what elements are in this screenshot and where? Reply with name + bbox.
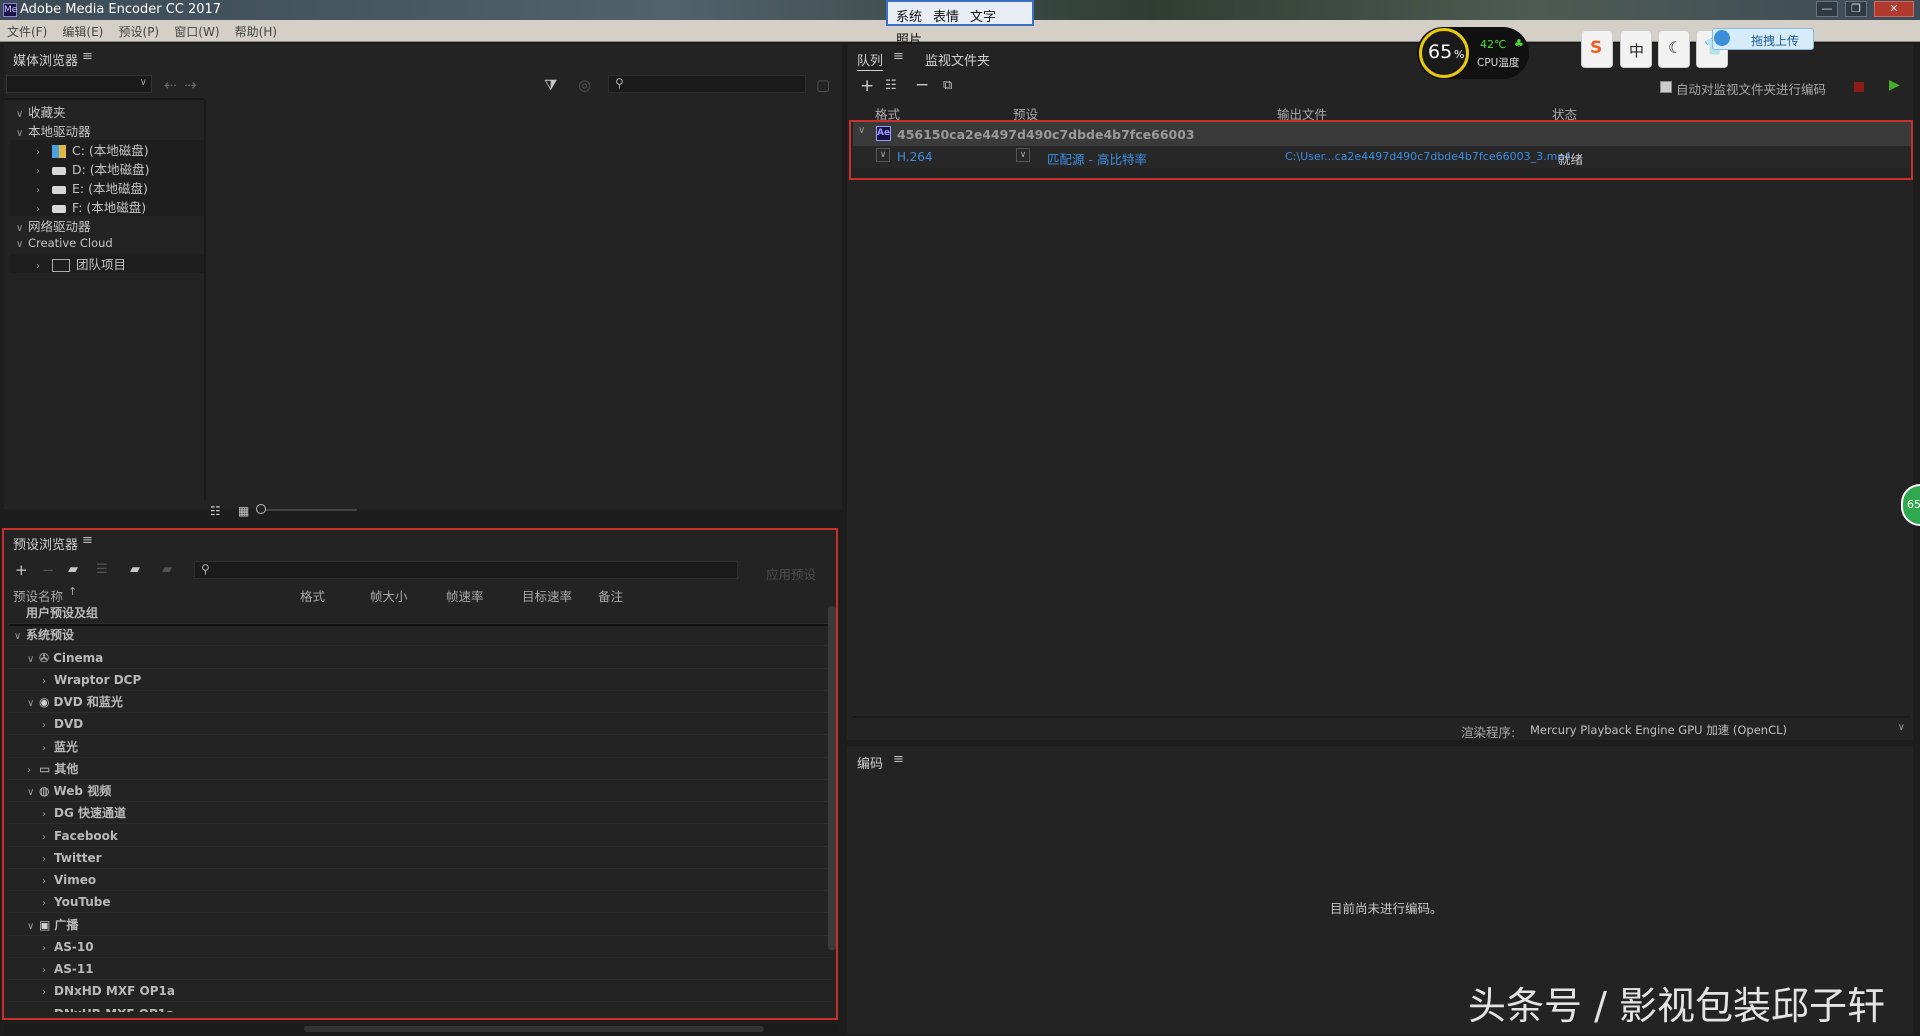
zoom-slider-thumb[interactable]: [256, 504, 266, 514]
filter-icon[interactable]: ⧩: [544, 77, 557, 93]
panel-menu-icon[interactable]: ≡: [893, 752, 904, 767]
panel-menu-icon[interactable]: ≡: [82, 49, 93, 64]
forward-arrow-icon[interactable]: ⇢: [184, 77, 197, 93]
encoding-status-message: 目前尚未进行编码。: [1330, 901, 1443, 916]
preset-h-scrollbar[interactable]: [4, 1024, 838, 1034]
new-bin-icon[interactable]: ▢: [816, 77, 830, 93]
add-source-icon[interactable]: +: [860, 78, 874, 95]
drag-upload-label: 拖拽上传: [1751, 34, 1800, 48]
menu-file[interactable]: 文件(F): [0, 20, 51, 40]
remove-item-icon[interactable]: −: [915, 77, 929, 94]
menu-window[interactable]: 窗口(W): [167, 20, 223, 40]
leaf-icon: ♣: [1514, 37, 1524, 50]
team-project-icon: [52, 259, 70, 272]
panel-menu-icon[interactable]: ≡: [893, 49, 904, 64]
queue-settings-icon[interactable]: ☷: [885, 78, 897, 94]
expand-arrow-icon[interactable]: ∨: [16, 109, 28, 120]
location-dropdown[interactable]: ∨: [6, 75, 152, 93]
auto-encode-label: 自动对监视文件夹进行编码: [1676, 82, 1827, 97]
menu-edit[interactable]: 编辑(E): [55, 20, 107, 40]
sogou-icon[interactable]: S: [1581, 30, 1613, 68]
media-tree-item[interactable]: › 团队项目: [10, 254, 204, 273]
expand-arrow-icon[interactable]: ∨: [16, 223, 28, 234]
media-browser-panel: 媒体浏览器 ≡ ∨ ⇠ ⇢ ⧩ ◎ ⚲ ▢ ∨ 收藏夹 ∨ 本地驱动器 › C: (本地磁…: [4, 44, 842, 518]
media-tree-label: F: (本地磁盘): [72, 200, 147, 215]
maximize-button[interactable]: ❐: [1845, 1, 1867, 17]
media-tree-item[interactable]: ∨ 网络驱动器: [10, 216, 204, 235]
icon-view-icon[interactable]: ▦: [238, 503, 249, 519]
media-tree-item[interactable]: › C: (本地磁盘): [10, 140, 204, 159]
close-button[interactable]: ✕: [1874, 1, 1914, 17]
collapsed-arrow-icon[interactable]: ›: [36, 261, 48, 272]
collapsed-arrow-icon[interactable]: ›: [36, 185, 48, 196]
drag-upload-button[interactable]: 拖拽上传: [1712, 28, 1814, 50]
cpu-temp: 42℃: [1480, 38, 1507, 51]
media-tree-item[interactable]: ∨ 本地驱动器: [10, 121, 204, 140]
renderer-value: Mercury Playback Engine GPU 加速 (OpenCL): [1530, 723, 1788, 737]
media-tree: ∨ 收藏夹 ∨ 本地驱动器 › C: (本地磁盘) › D: (本地磁盘) › E: (本地磁盘)…: [10, 100, 204, 280]
tab-watch-folders[interactable]: 监视文件夹: [925, 50, 990, 69]
view-icon[interactable]: ◎: [578, 77, 591, 93]
expand-arrow-icon[interactable]: ∨: [16, 239, 28, 250]
collapsed-arrow-icon[interactable]: ›: [36, 204, 48, 215]
media-tree-label: E: (本地磁盘): [72, 181, 148, 196]
preset-panel-highlight: [2, 528, 838, 1020]
media-tree-item[interactable]: › E: (本地磁盘): [10, 178, 204, 197]
cpu-percent-unit: %: [1454, 48, 1465, 61]
start-queue-button[interactable]: ▶: [1889, 77, 1900, 93]
media-tree-item[interactable]: ∨ Creative Cloud: [10, 235, 204, 254]
auto-encode-checkbox[interactable]: [1660, 81, 1672, 93]
collapsed-arrow-icon[interactable]: ›: [36, 166, 48, 177]
tab-queue[interactable]: 队列: [857, 50, 883, 69]
media-browser-title: 媒体浏览器: [13, 54, 79, 69]
drive-icon: [52, 185, 66, 194]
ime-system[interactable]: 系统: [888, 2, 925, 25]
renderer-bar: 渲染程序: Mercury Playback Engine GPU 加速 (Op…: [847, 718, 1913, 740]
cpu-percent: 65: [1428, 41, 1453, 63]
drive-icon: [52, 166, 66, 175]
list-view-icon[interactable]: ☷: [210, 503, 221, 519]
renderer-dropdown[interactable]: Mercury Playback Engine GPU 加速 (OpenCL) …: [1525, 720, 1910, 738]
watermark-text: 头条号 / 影视包装邱子轩: [1468, 984, 1885, 1028]
media-tree-label: 网络驱动器: [28, 219, 91, 234]
cpu-label: CPU温度: [1477, 57, 1520, 69]
media-tree-item[interactable]: › D: (本地磁盘): [10, 159, 204, 178]
ime-emoji[interactable]: 表情: [925, 2, 962, 25]
media-tree-label: 团队项目: [76, 257, 127, 272]
media-tree-label: C: (本地磁盘): [72, 143, 149, 158]
ime-toolbar: 系统 表情 文字照片: [886, 0, 1034, 48]
cpu-widget[interactable]: 65 % 42℃ ♣ CPU温度: [1417, 27, 1529, 79]
queue-item-highlight: [849, 120, 1913, 180]
window-title: Adobe Media Encoder CC 2017: [20, 2, 222, 17]
minimize-button[interactable]: —: [1816, 1, 1838, 17]
back-arrow-icon[interactable]: ⇠: [164, 77, 177, 93]
chinese-mode-button[interactable]: 中: [1620, 30, 1652, 68]
menu-help[interactable]: 帮助(H): [228, 20, 281, 40]
app-icon: Me: [3, 3, 18, 17]
renderer-label: 渲染程序:: [1461, 725, 1516, 740]
media-tree-label: Creative Cloud: [28, 236, 113, 250]
collapsed-arrow-icon[interactable]: ›: [36, 147, 48, 158]
encoding-title: 编码: [857, 757, 884, 772]
media-tree-item[interactable]: › F: (本地磁盘): [10, 197, 204, 216]
media-search-input[interactable]: ⚲: [608, 75, 806, 93]
media-tree-label: D: (本地磁盘): [72, 162, 150, 177]
menu-preset[interactable]: 预设(P): [112, 20, 164, 40]
moon-icon[interactable]: ☾: [1658, 30, 1690, 68]
media-tree-item[interactable]: ∨ 收藏夹: [10, 102, 204, 121]
media-tree-label: 收藏夹: [28, 105, 66, 120]
duplicate-icon[interactable]: ⧉: [943, 78, 952, 94]
expand-arrow-icon[interactable]: ∨: [16, 128, 28, 139]
zoom-slider[interactable]: [259, 509, 357, 511]
drive-icon: [52, 204, 66, 213]
media-tree-label: 本地驱动器: [28, 124, 91, 139]
stop-button[interactable]: [1854, 82, 1864, 92]
windows-drive-icon: [52, 145, 66, 158]
ime-text[interactable]: 文字: [962, 2, 999, 25]
